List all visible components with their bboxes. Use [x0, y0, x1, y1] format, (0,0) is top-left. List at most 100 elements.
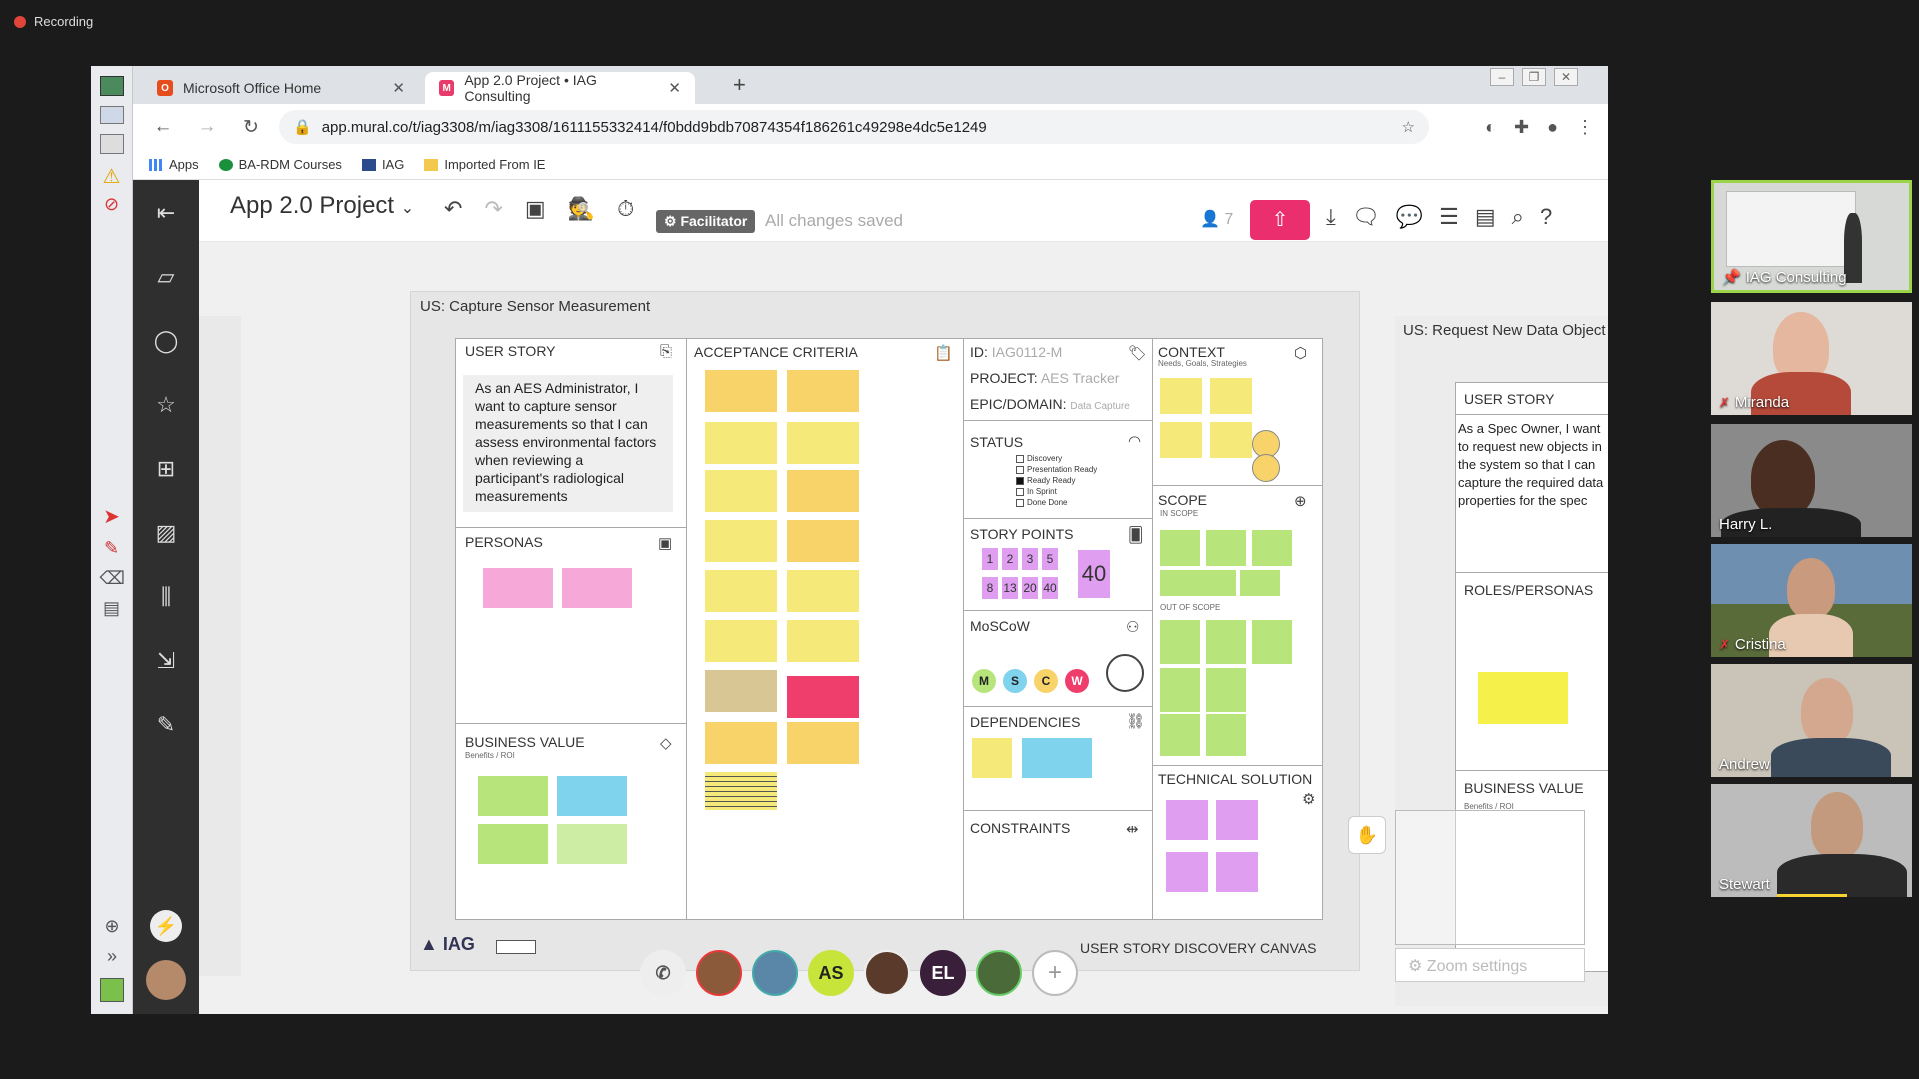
user-story-text[interactable]: As an AES Administrator, I want to captu…: [463, 375, 673, 512]
expand-icon[interactable]: ⊕: [100, 916, 124, 940]
sticky-note[interactable]: [787, 570, 859, 612]
sticky-note[interactable]: [562, 568, 632, 608]
minimap[interactable]: [1395, 810, 1585, 945]
sticky-note[interactable]: [1252, 620, 1292, 664]
sticky-note[interactable]: [1210, 422, 1252, 458]
close-tab-icon[interactable]: ✕: [392, 79, 405, 97]
moscow-marker[interactable]: [1106, 654, 1144, 692]
stop-icon[interactable]: ⊘: [100, 194, 124, 214]
sticky-note[interactable]: [483, 568, 553, 608]
moscow-should[interactable]: S: [1003, 669, 1027, 693]
sticky-note[interactable]: [705, 722, 777, 764]
bookmark-iag[interactable]: IAG: [361, 157, 404, 172]
sticky-note[interactable]: [1216, 800, 1258, 840]
status-option[interactable]: Ready Ready: [1016, 476, 1075, 485]
participant-tile[interactable]: Harry L.: [1711, 424, 1912, 537]
collaborator-avatar[interactable]: [976, 950, 1022, 996]
phone-icon[interactable]: ✆: [640, 950, 686, 996]
id-field[interactable]: ID: IAG0112-M: [970, 344, 1062, 360]
sticky-note[interactable]: [1160, 714, 1200, 756]
online-users[interactable]: 👤 7: [1200, 209, 1233, 229]
collapse-rail-icon[interactable]: ⇤: [147, 200, 185, 230]
sticky-note-highlight[interactable]: [787, 676, 859, 718]
sticky-note[interactable]: [1166, 800, 1208, 840]
sticky-note[interactable]: [1206, 668, 1246, 712]
search-icon[interactable]: ⌕: [1512, 204, 1524, 230]
collaborator-avatar[interactable]: AS: [808, 950, 854, 996]
status-option[interactable]: Presentation Ready: [1016, 465, 1097, 474]
collaborator-avatar[interactable]: [752, 950, 798, 996]
close-window-icon[interactable]: ✕: [1554, 68, 1578, 86]
sticky-note[interactable]: [1160, 422, 1202, 458]
add-collaborator-button[interactable]: +: [1032, 950, 1078, 996]
story-point-card[interactable]: 13: [1002, 577, 1018, 599]
activity-icon[interactable]: ☰: [1439, 204, 1459, 230]
story-point-card[interactable]: 1: [982, 548, 998, 570]
timer-icon[interactable]: ⏱: [617, 196, 634, 222]
sticky-note[interactable]: [1216, 852, 1258, 892]
story-point-card[interactable]: 5: [1042, 548, 1058, 570]
status-option[interactable]: Done Done: [1016, 498, 1067, 507]
sticky-note[interactable]: [972, 738, 1012, 778]
epic-field[interactable]: EPIC/DOMAIN: Data Capture: [970, 396, 1130, 412]
sticky-note[interactable]: [557, 776, 627, 816]
new-tab-button[interactable]: +: [733, 72, 746, 98]
story-point-card[interactable]: 20: [1022, 577, 1038, 599]
second-user-story-text[interactable]: As a Spec Owner, I want to request new o…: [1458, 420, 1608, 510]
sticky-note[interactable]: [1206, 714, 1246, 756]
checkbox-checked[interactable]: [1016, 476, 1024, 485]
sticky-note[interactable]: [787, 620, 859, 662]
project-title[interactable]: App 2.0 Project ⌄: [230, 192, 414, 220]
participant-tile[interactable]: ✗ Miranda: [1711, 302, 1912, 415]
sticky-note[interactable]: [1160, 378, 1202, 414]
import-icon[interactable]: ⇲: [147, 648, 185, 678]
eraser-icon[interactable]: ⌫: [100, 568, 125, 592]
comments-icon[interactable]: 🗨: [1352, 204, 1380, 230]
redo-icon[interactable]: ↷: [484, 196, 502, 222]
grid-icon[interactable]: [99, 134, 124, 154]
puzzle-icon[interactable]: ✚: [1514, 117, 1529, 138]
sticky-note[interactable]: [1022, 738, 1092, 778]
pan-hand-icon[interactable]: ✋: [1348, 816, 1386, 854]
frameworks-icon[interactable]: ⊞: [147, 456, 185, 486]
moscow-must[interactable]: M: [972, 669, 996, 693]
facilitator-badge[interactable]: ⚙ Facilitator: [656, 210, 756, 233]
collapse-icon[interactable]: »: [100, 946, 124, 970]
sticky-note[interactable]: [1240, 570, 1280, 596]
tab-office-home[interactable]: O Microsoft Office Home ✕: [143, 72, 419, 104]
sticky-note[interactable]: [705, 520, 777, 562]
sticky-note[interactable]: [478, 776, 548, 816]
status-option[interactable]: In Sprint: [1016, 487, 1057, 496]
sticky-note[interactable]: [1252, 530, 1292, 566]
dot-marker[interactable]: [1252, 454, 1280, 482]
sticky-note[interactable]: [787, 370, 859, 412]
extension-icon[interactable]: ◐: [1485, 117, 1496, 138]
sticky-note-icon[interactable]: ▱: [147, 264, 185, 294]
pen-tool-icon[interactable]: ✎: [100, 538, 124, 562]
sticky-note[interactable]: [705, 370, 777, 412]
app-icon[interactable]: [100, 978, 124, 1002]
sticky-note[interactable]: [705, 670, 777, 712]
sticky-note[interactable]: [787, 422, 859, 464]
close-tab-icon[interactable]: ✕: [668, 79, 681, 97]
frame-icon[interactable]: ▣: [525, 196, 546, 222]
sticky-note[interactable]: [1206, 530, 1246, 566]
library-icon[interactable]: ⫼: [147, 584, 185, 614]
url-field[interactable]: 🔒 app.mural.co/t/iag3308/m/iag3308/16111…: [279, 110, 1429, 144]
draw-icon[interactable]: ✎: [147, 712, 185, 742]
moscow-wont[interactable]: W: [1065, 669, 1089, 693]
sticky-note[interactable]: [1206, 620, 1246, 664]
star-icon[interactable]: ☆: [147, 392, 185, 422]
back-icon[interactable]: ←: [149, 116, 177, 138]
image-icon[interactable]: ▨: [147, 520, 185, 550]
whiteboard-icon[interactable]: [99, 76, 124, 96]
sticky-note[interactable]: [1210, 378, 1252, 414]
sticky-note[interactable]: [478, 824, 548, 864]
story-point-card[interactable]: 2: [1002, 548, 1018, 570]
sticky-note[interactable]: [705, 422, 777, 464]
sticky-note[interactable]: [705, 470, 777, 512]
tab-mural[interactable]: M App 2.0 Project • IAG Consulting ✕: [425, 72, 695, 104]
checkbox[interactable]: [1016, 465, 1024, 474]
help-icon[interactable]: ?: [1540, 204, 1552, 230]
sticky-note[interactable]: [1160, 668, 1200, 712]
